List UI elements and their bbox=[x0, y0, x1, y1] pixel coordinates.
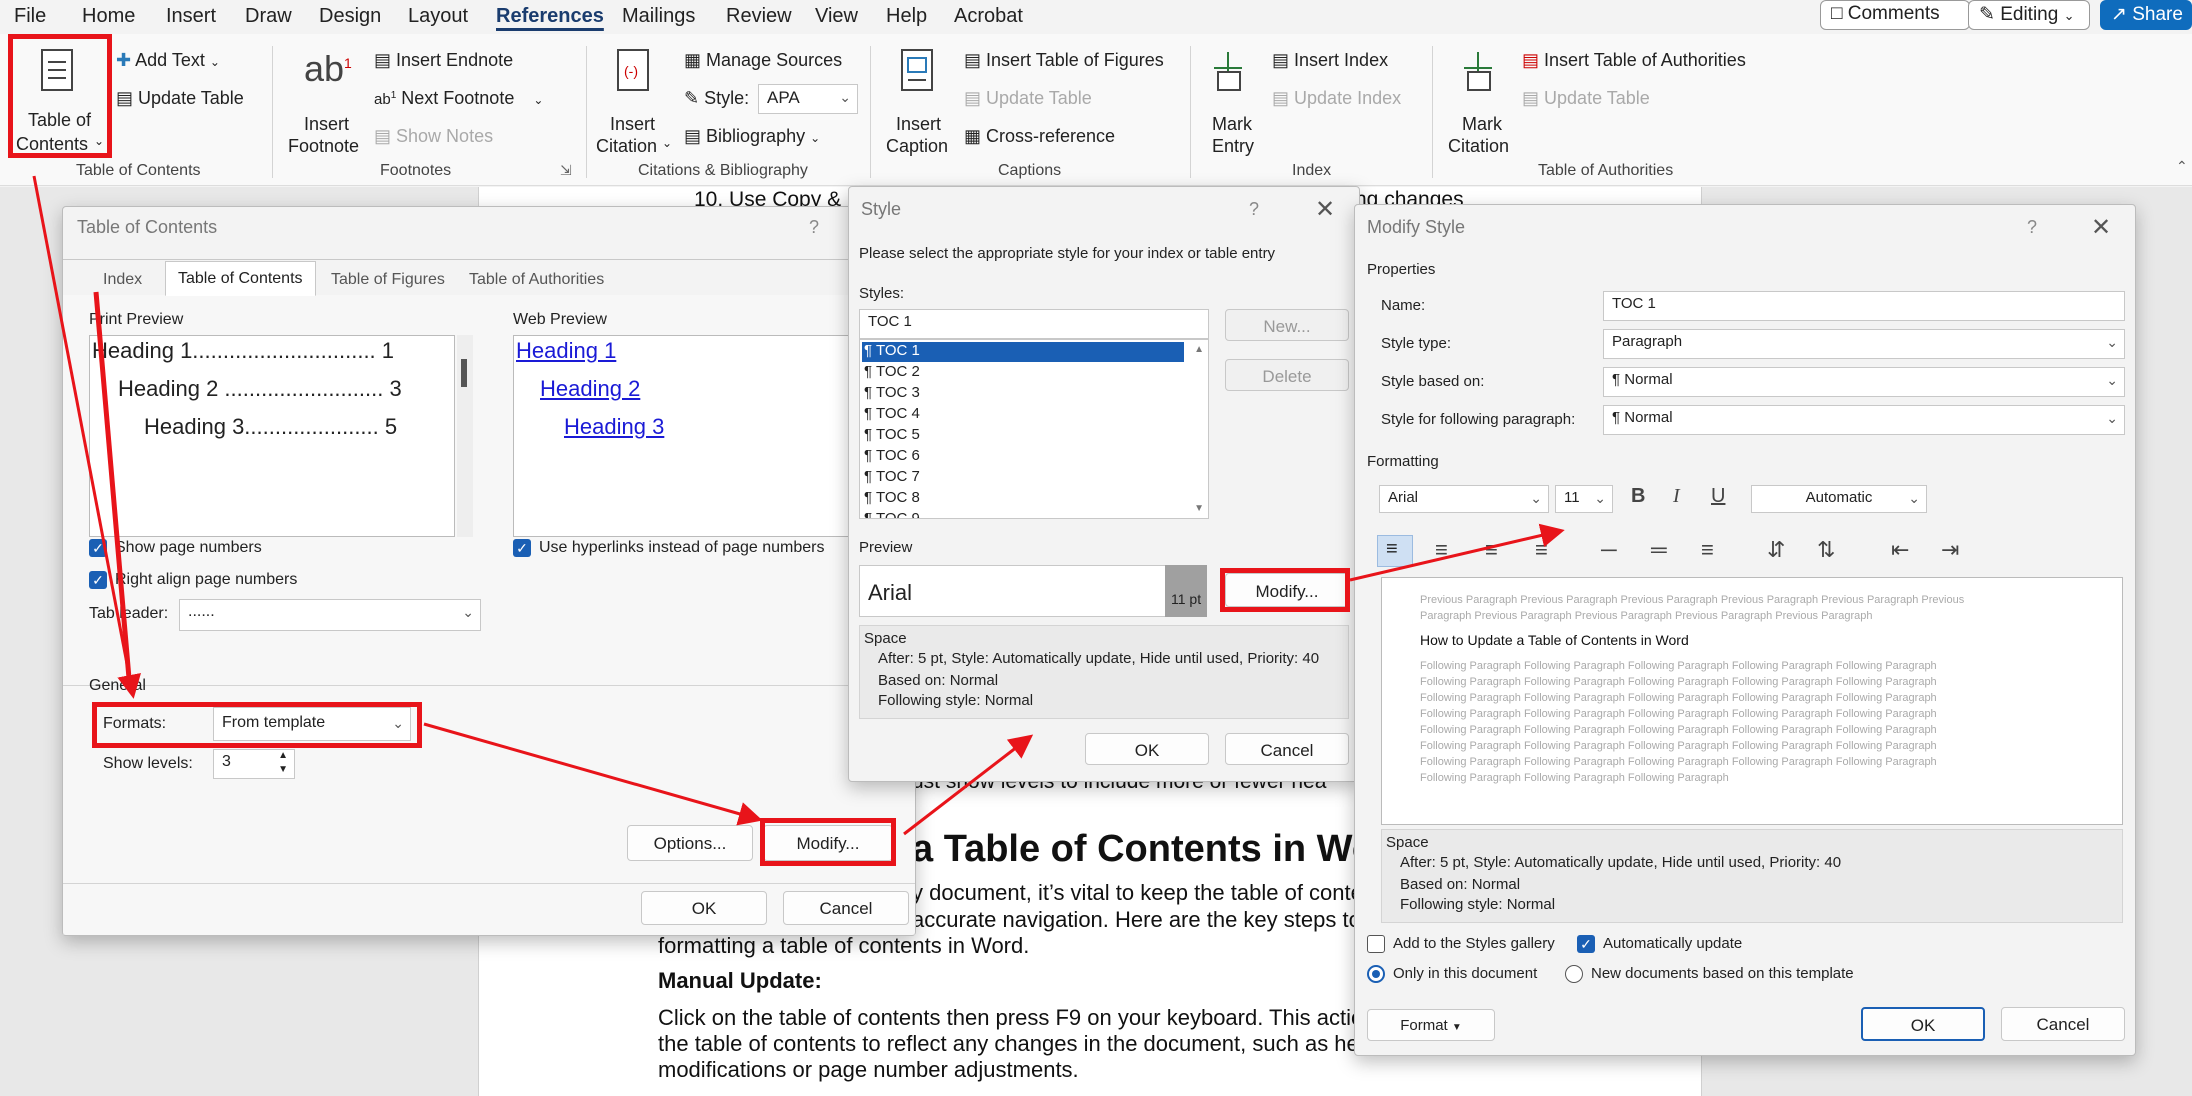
arrow bbox=[1349, 523, 1565, 582]
arrow bbox=[903, 734, 1034, 836]
arrow bbox=[93, 291, 133, 691]
arrow bbox=[32, 175, 141, 699]
annotation-arrows bbox=[32, 175, 1565, 836]
arrow bbox=[423, 722, 763, 826]
